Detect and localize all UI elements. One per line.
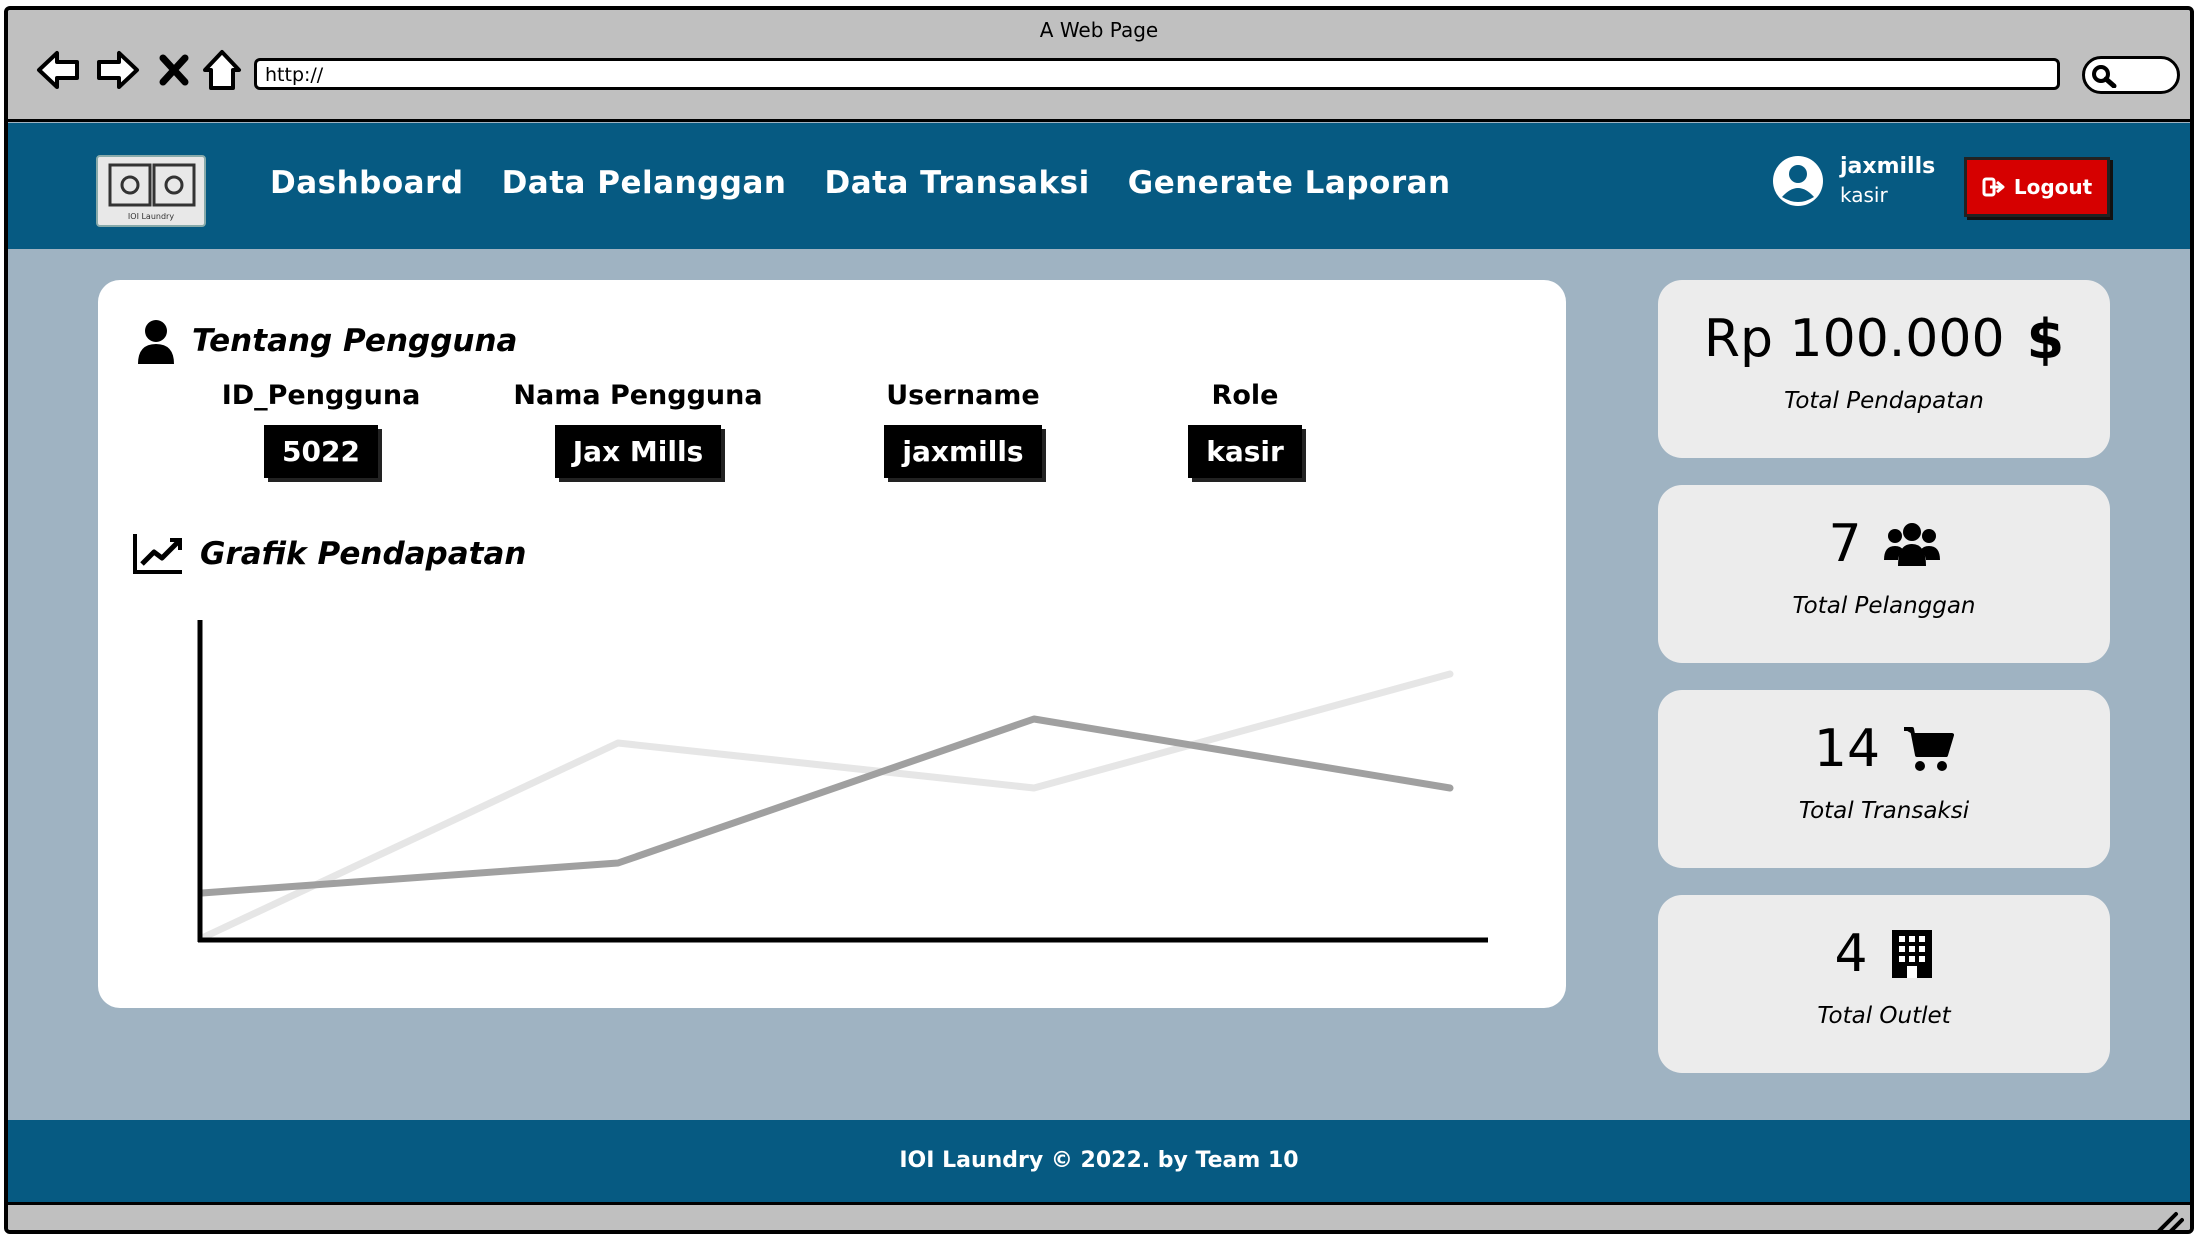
browser-status-bar: [8, 1202, 2190, 1234]
chart-section-title: Grafik Pendapatan: [132, 532, 526, 576]
chart-series-line-1: [198, 715, 1454, 897]
field-value: jaxmills: [884, 425, 1042, 478]
app-logo[interactable]: IOI Laundry: [96, 155, 206, 227]
field-id-pengguna: ID_Pengguna 5022: [198, 380, 444, 478]
search-button[interactable]: [2082, 56, 2180, 94]
chart-title: Grafik Pendapatan: [200, 536, 527, 572]
stat-value: 14: [1813, 719, 1881, 779]
nav-data-transaksi[interactable]: Data Transaksi: [824, 165, 1089, 201]
revenue-chart: [188, 606, 1572, 976]
line-chart-icon: [133, 534, 182, 574]
top-navbar: IOI Laundry Dashboard Data Pelanggan Dat…: [8, 123, 2190, 249]
back-icon[interactable]: [32, 44, 84, 96]
stop-icon[interactable]: [148, 44, 200, 96]
field-role: Role kasir: [1160, 380, 1330, 478]
field-value: Jax Mills: [554, 425, 722, 478]
field-label: Username: [886, 380, 1040, 411]
revenue-chart-svg: [197, 620, 1572, 943]
nav-data-pelanggan[interactable]: Data Pelanggan: [502, 165, 787, 201]
url-input[interactable]: http://: [254, 58, 2060, 90]
user-name: jaxmills: [1840, 154, 1936, 179]
washing-machine-logo-icon: [108, 163, 196, 207]
stat-total-transaksi: 14 Total Transaksi: [1658, 690, 2110, 868]
field-value: kasir: [1188, 425, 1302, 478]
search-icon: [2092, 65, 2117, 88]
nav-generate-laporan[interactable]: Generate Laporan: [1128, 165, 1451, 201]
home-icon[interactable]: [196, 44, 248, 96]
logout-button[interactable]: Logout: [1964, 157, 2110, 217]
user-info[interactable]: jaxmills kasir: [1770, 153, 1935, 209]
browser-window: A Web Page http:// IOI Laundry Dashboard…: [4, 6, 2194, 1234]
logout-label: Logout: [2013, 175, 2093, 199]
nav-dashboard[interactable]: Dashboard: [270, 165, 464, 201]
window-title: A Web Page: [1039, 18, 1159, 42]
profile-title: Tentang Pengguna: [192, 323, 518, 359]
stat-total-pelanggan: 7 Total Pelanggan: [1658, 485, 2110, 663]
profile-chart-card: Tentang Pengguna ID_Pengguna 5022 Nama P…: [98, 280, 1572, 1008]
stat-total-pendapatan: Rp 100.000 $ Total Pendapatan: [1658, 280, 2110, 458]
building-icon: [1891, 930, 1932, 978]
main-nav: Dashboard Data Pelanggan Data Transaksi …: [270, 165, 1451, 201]
stat-label: Total Pelanggan: [1792, 593, 1976, 619]
stat-total-outlet: 4 Total Outlet: [1658, 895, 2110, 1073]
user-role: kasir: [1840, 183, 1888, 207]
profile-section-title: Tentang Pengguna: [136, 318, 517, 364]
cart-icon: [1904, 727, 1955, 771]
dollar-icon: $: [2026, 307, 2065, 371]
sign-out-icon: [1982, 177, 2005, 197]
field-username: Username jaxmills: [848, 380, 1078, 478]
page-footer: IOI Laundry © 2022. by Team 10: [8, 1120, 2190, 1202]
stat-value: 7: [1828, 514, 1862, 574]
user-icon: [138, 320, 174, 364]
stat-label: Total Outlet: [1817, 1003, 1951, 1029]
stat-label: Total Pendapatan: [1784, 388, 1984, 414]
resize-handle-icon[interactable]: [2154, 1210, 2184, 1234]
stat-value: Rp 100.000: [1703, 309, 2005, 369]
field-label: Nama Pengguna: [513, 380, 763, 411]
chart-series-line-2: [198, 670, 1454, 942]
browser-chrome: A Web Page http://: [8, 10, 2190, 122]
field-label: Role: [1211, 380, 1279, 411]
user-avatar-icon: [1773, 156, 1823, 206]
field-label: ID_Pengguna: [221, 380, 421, 411]
field-nama-pengguna: Nama Pengguna Jax Mills: [498, 380, 778, 478]
field-value: 5022: [264, 425, 378, 478]
stat-value: 4: [1834, 924, 1868, 984]
stat-label: Total Transaksi: [1798, 798, 1970, 824]
users-icon: [1883, 523, 1940, 566]
logo-text: IOI Laundry: [127, 212, 175, 221]
forward-icon[interactable]: [92, 44, 144, 96]
